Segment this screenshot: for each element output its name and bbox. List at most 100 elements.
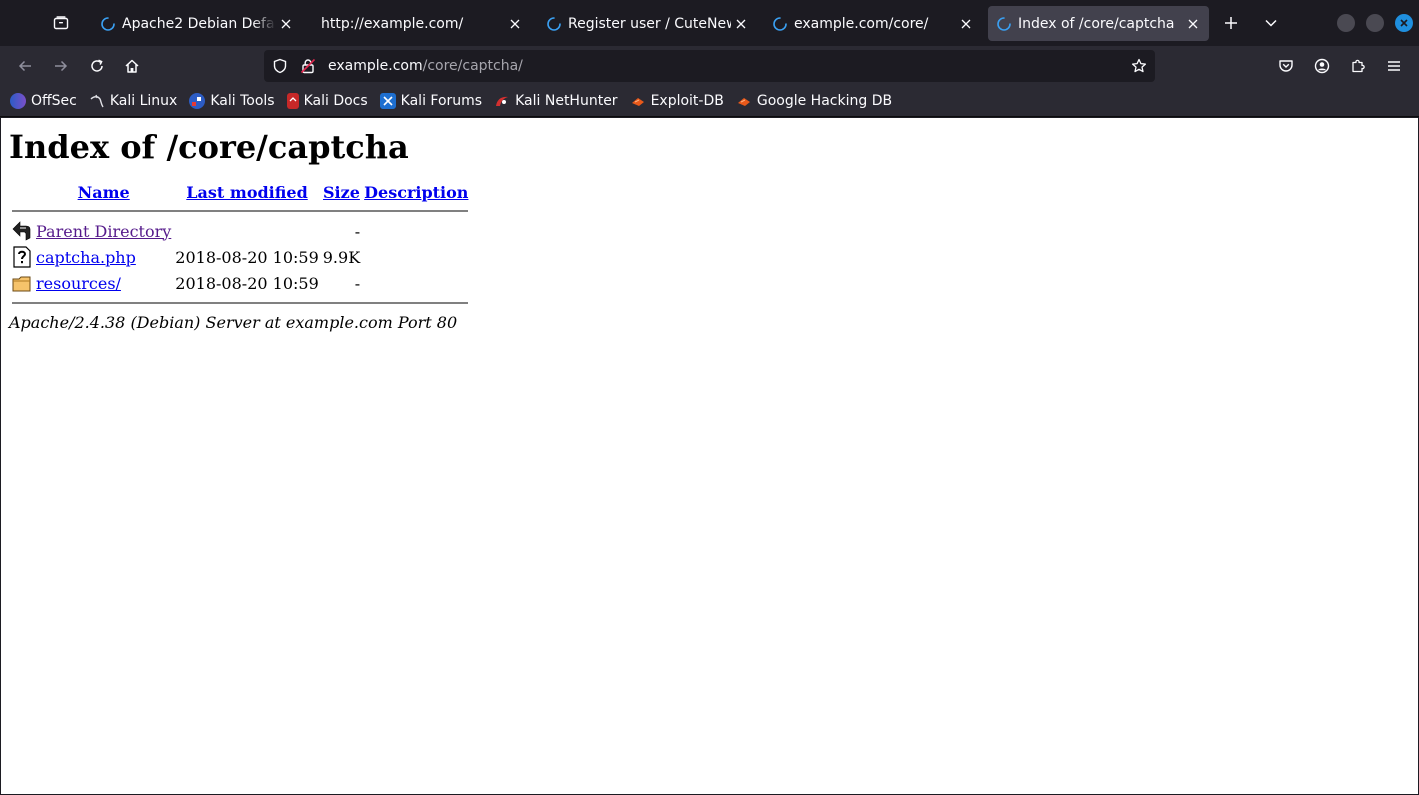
navigation-toolbar: example.com/core/captcha/ <box>0 46 1419 86</box>
row-modified-cell: 2018-08-20 10:59 <box>175 247 319 267</box>
app-menu-button[interactable] <box>1379 52 1409 80</box>
bookmark-label: Kali Tools <box>210 93 275 109</box>
bookmark-kali-nethunter[interactable]: Kali NetHunter <box>494 93 618 109</box>
reload-button[interactable] <box>82 52 112 80</box>
loading-spinner-icon <box>547 16 561 31</box>
bookmark-kali-forums[interactable]: Kali Forums <box>379 93 482 109</box>
close-icon <box>1188 19 1198 28</box>
tab-example-root[interactable]: http://example.com/ <box>309 6 531 41</box>
row-description-cell <box>363 245 469 269</box>
bookmark-google-hacking-db[interactable]: Google Hacking DB <box>736 93 892 109</box>
sort-by-modified-link[interactable]: Last modified <box>186 183 307 202</box>
tab-title: http://example.com/ <box>321 15 464 32</box>
parent-directory-link[interactable]: Parent Directory <box>36 222 171 241</box>
close-icon <box>736 19 746 28</box>
account-icon <box>1314 58 1330 74</box>
close-icon <box>961 19 971 28</box>
back-arrow-icon <box>18 60 31 72</box>
row-name-cell: captcha.php <box>35 245 172 269</box>
extensions-button[interactable] <box>1343 52 1373 80</box>
loading-spinner-icon <box>773 16 787 31</box>
back-button[interactable] <box>10 52 40 80</box>
bookmark-label: OffSec <box>31 93 77 109</box>
loading-spinner-icon <box>997 16 1011 31</box>
chevron-down-icon <box>1265 19 1277 27</box>
site-security-button[interactable] <box>298 56 318 76</box>
row-icon-cell <box>11 245 33 269</box>
row-modified-cell: 2018-08-20 10:59 <box>175 273 319 293</box>
bookmark-kali-docs[interactable]: Kali Docs <box>286 93 368 109</box>
home-button[interactable] <box>117 52 147 80</box>
table-header-row: Name Last modified Size Description <box>11 182 469 203</box>
tab-core-captcha[interactable]: Index of /core/captcha <box>988 6 1209 41</box>
tab-close-button[interactable] <box>731 14 751 34</box>
kali-dragon-icon <box>89 93 105 109</box>
forward-button[interactable] <box>46 52 76 80</box>
close-window-button[interactable] <box>1395 14 1413 32</box>
tab-close-button[interactable] <box>505 14 525 34</box>
table-row: resources/ 2018-08-20 10:59 - <box>11 271 469 295</box>
url-path: /core/captcha/ <box>422 58 523 74</box>
resources-folder-link[interactable]: resources/ <box>36 274 121 293</box>
new-tab-button[interactable] <box>1216 8 1246 38</box>
close-icon <box>281 19 291 28</box>
tab-strip: Apache2 Debian Default P http://example.… <box>0 0 1419 46</box>
maximize-window-button[interactable] <box>1366 14 1384 32</box>
reload-icon <box>91 59 103 72</box>
row-modified-cell <box>174 219 319 243</box>
row-description-cell <box>363 271 469 295</box>
bookmark-offsec[interactable]: OffSec <box>10 93 77 109</box>
tab-cutenews-register[interactable]: Register user / CuteNews <box>538 6 757 41</box>
ghdb-icon <box>736 93 752 109</box>
divider <box>12 210 469 212</box>
loading-spinner-icon <box>101 16 115 31</box>
captcha-php-link[interactable]: captcha.php <box>36 248 136 267</box>
page-content: Index of /core/captcha Name Last modifie… <box>1 118 1418 794</box>
tab-apache-default[interactable]: Apache2 Debian Default P <box>92 6 302 41</box>
page-title: Index of /core/captcha <box>9 128 409 166</box>
bookmark-label: Exploit-DB <box>650 93 724 109</box>
icon-column-header <box>11 182 33 203</box>
bookmark-kali-tools[interactable]: Kali Tools <box>189 93 275 109</box>
separator-cell <box>11 297 469 309</box>
folder-icon <box>12 276 31 292</box>
list-all-tabs-button[interactable] <box>1256 8 1286 38</box>
bookmark-exploit-db[interactable]: Exploit-DB <box>630 93 724 109</box>
description-column-header: Description <box>363 182 469 203</box>
puzzle-piece-icon <box>1352 59 1365 73</box>
bookmark-label: Kali NetHunter <box>515 93 618 109</box>
sort-by-description-link[interactable]: Description <box>364 183 468 202</box>
row-size-cell: 9.9K <box>322 247 361 267</box>
nethunter-icon <box>494 93 510 109</box>
pocket-button[interactable] <box>1271 52 1301 80</box>
name-column-header: Name <box>35 182 172 203</box>
bookmarks-toolbar: OffSec Kali Linux Kali Tools Kali Docs K… <box>0 86 1419 117</box>
sort-by-size-link[interactable]: Size <box>323 183 360 202</box>
plus-icon <box>1225 17 1237 29</box>
firefox-view-button[interactable] <box>44 8 78 38</box>
row-size-cell: - <box>354 273 361 293</box>
divider <box>12 302 469 304</box>
tab-close-button[interactable] <box>1183 14 1203 34</box>
close-icon <box>510 19 520 28</box>
home-icon <box>125 59 139 73</box>
url-host: example.com <box>328 58 423 74</box>
minimize-window-button[interactable] <box>1337 14 1355 32</box>
url-bar[interactable]: example.com/core/captcha/ <box>264 50 1155 82</box>
unknown-file-icon <box>13 246 31 268</box>
tab-close-button[interactable] <box>956 14 976 34</box>
tab-example-core[interactable]: example.com/core/ <box>764 6 982 41</box>
offsec-icon <box>10 93 26 109</box>
close-icon <box>1400 19 1408 27</box>
row-size-cell: - <box>354 221 361 241</box>
table-separator-row <box>11 205 469 217</box>
account-button[interactable] <box>1307 52 1337 80</box>
tab-close-button[interactable] <box>276 14 296 34</box>
tracking-protection-button[interactable] <box>270 56 290 76</box>
insecure-lock-icon <box>300 58 316 74</box>
bookmark-kali-linux[interactable]: Kali Linux <box>89 93 177 109</box>
row-name-cell: Parent Directory <box>35 219 172 243</box>
row-description-cell <box>363 219 469 243</box>
bookmark-page-button[interactable] <box>1129 56 1149 76</box>
sort-by-name-link[interactable]: Name <box>78 183 130 202</box>
